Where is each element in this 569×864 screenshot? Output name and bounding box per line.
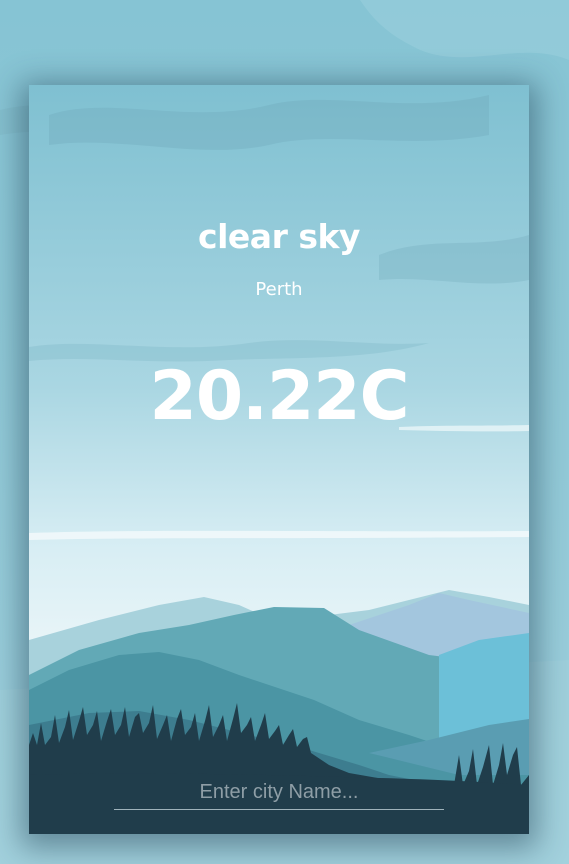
weather-card: clear sky Perth 20.22C (29, 85, 529, 834)
city-name: Perth (255, 279, 303, 300)
temperature-value: 20.22C (149, 357, 410, 436)
mountain-landscape (29, 95, 529, 834)
weather-condition: clear sky (198, 217, 360, 256)
city-search-input[interactable] (114, 775, 444, 809)
city-search (114, 775, 444, 810)
